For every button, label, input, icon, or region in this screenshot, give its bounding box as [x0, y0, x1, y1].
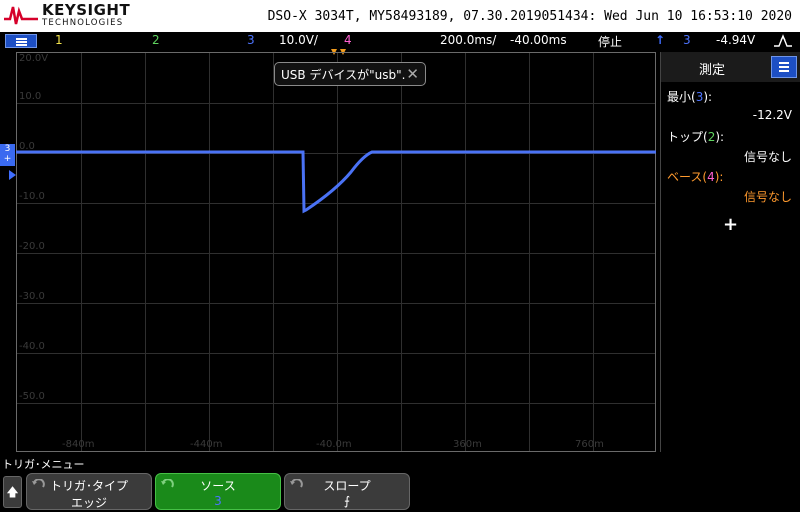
channel-3-ground-marker[interactable]: 3 +: [0, 144, 15, 166]
measurement-menu-button[interactable]: [771, 56, 797, 78]
measurement-label-min[interactable]: 最小(3):: [667, 88, 712, 105]
add-measurement-icon[interactable]: +: [723, 214, 738, 235]
trigger-slope-icon: [774, 34, 792, 47]
measurement-value-base: 信号なし: [743, 190, 792, 204]
back-up-arrow-icon[interactable]: 🡅: [3, 476, 22, 508]
softkey-value: 3: [214, 494, 222, 508]
measurement-label-base[interactable]: ベース(4):: [667, 168, 723, 185]
softkey-menu-title: トリガ･メニュー: [2, 458, 85, 471]
trigger-source[interactable]: 3: [683, 33, 691, 47]
softkey-label: スロープ: [323, 479, 371, 493]
measurement-panel: 測定 最小(3): -12.2V トップ(2): 信号なし ベース(4): 信号…: [660, 52, 800, 452]
measurement-label-top[interactable]: トップ(2):: [667, 128, 724, 145]
close-icon[interactable]: ✕: [406, 65, 419, 83]
softkey-label: トリガ･タイプ: [49, 479, 128, 493]
usb-notification-popup[interactable]: USB デバイスが"usb". ✕: [274, 62, 426, 86]
softkey-value: エッジ: [70, 496, 107, 510]
measurement-value-top: 信号なし: [743, 150, 792, 164]
trigger-level-marker-icon[interactable]: [9, 170, 17, 180]
popup-message: USB デバイスが"usb".: [281, 68, 406, 82]
softkey-trigger-type[interactable]: トリガ･タイプ エッジ: [26, 473, 152, 510]
measurement-value-min: -12.2V: [752, 108, 792, 122]
softkey-label: ソース: [200, 479, 236, 493]
measurement-title: 測定: [699, 63, 726, 78]
trigger-level[interactable]: -4.94V: [716, 33, 755, 47]
softkey-source[interactable]: ソース 3: [155, 473, 281, 510]
softkey-slope[interactable]: スロープ ⨍: [284, 473, 410, 510]
softkey-value: ⨍: [343, 494, 351, 508]
measurement-panel-header: 測定: [661, 52, 800, 82]
